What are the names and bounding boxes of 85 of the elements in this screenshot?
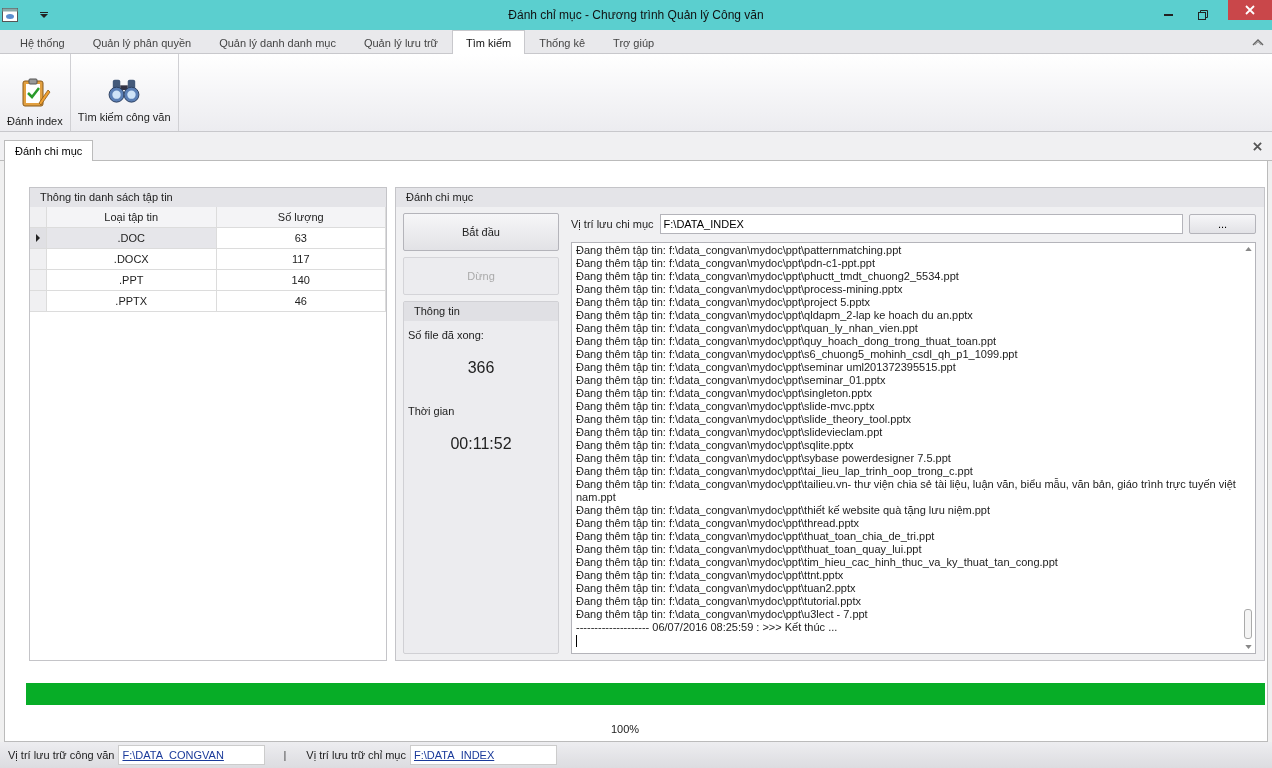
location-label: Vị trí lưu chi mục (571, 218, 654, 230)
column-header[interactable]: Số lượng (216, 207, 386, 227)
log-line: Đang thêm tập tin: f:\data_congvan\mydoc\ppt\ttnt.pptx (576, 569, 845, 582)
restore-icon[interactable] (1198, 10, 1208, 20)
log-line: Đang thêm tập tin: f:\data_congvan\mydoc\ppt\quan_ly_nhan_vien.ppt (576, 322, 919, 335)
log-line: Đang thêm tập tin: f:\data_congvan\mydoc\ppt\quy_hoach_dong_trong_thuat_toan.ppt (576, 335, 998, 348)
log-line: Đang thêm tập tin: f:\data_congvan\mydoc\ppt\s6_chuong5_mohinh_csdl_qh_p1_1099.ppt (576, 348, 1019, 361)
menu-tab[interactable]: Hệ thống (6, 31, 79, 53)
menu-tab[interactable]: Thống kê (525, 31, 600, 53)
menu-tab[interactable]: Tìm kiếm (451, 30, 526, 54)
path-link[interactable]: F:\DATA_CONGVAN (118, 745, 266, 765)
scroll-up-icon[interactable] (1244, 247, 1252, 251)
status-label: Vị trí lưu trữ công văn (8, 749, 115, 761)
log-line: Đang thêm tập tin: f:\data_congvan\mydoc\ppt\tuan2.pptx (576, 582, 857, 595)
log-line: Đang thêm tập tin: f:\data_congvan\mydoc\ppt\sybase powerdesigner 7.5.ppt (576, 452, 952, 465)
text-cursor (576, 635, 577, 647)
log-line: Đang thêm tập tin: f:\data_congvan\mydoc\ppt\patternmatching.ppt (576, 244, 903, 257)
progress-percent: 100% (609, 723, 641, 735)
browse-button[interactable]: ... (1189, 214, 1256, 234)
time-value: 00:11:52 (449, 434, 513, 454)
panel-title: Thông tin danh sách tập tin (30, 188, 386, 207)
log-line: Đang thêm tập tin: f:\data_congvan\mydoc\ppt\slide-mvc.pptx (576, 400, 876, 413)
location-field[interactable]: F:\DATA_INDEX (659, 214, 1183, 234)
log-line: Đang thêm tập tin: f:\data_congvan\mydoc\ppt\tai_lieu_lap_trinh_oop_trong_c.ppt (576, 465, 974, 478)
log-line: Đang thêm tập tin: f:\data_congvan\mydoc\ppt\tutorial.pptx (576, 595, 862, 608)
log-line: Đang thêm tập tin: f:\data_congvan\mydoc\ppt\thuat_toan_chia_de_tri.ppt (576, 530, 936, 543)
document-tab[interactable]: Đánh chi mục (4, 140, 94, 161)
menu-tab[interactable]: Quản lý lưu trữ (349, 31, 452, 53)
table-cell: .DOCX (47, 249, 217, 269)
log-line: Đang thêm tập tin: f:\data_congvan\mydoc\ppt\project 5.pptx (576, 296, 872, 309)
table-cell: 46 (216, 291, 386, 311)
table-cell: .PPTX (47, 291, 217, 311)
row-header[interactable] (30, 228, 47, 248)
log-line: Đang thêm tập tin: f:\data_congvan\mydoc\ppt\u3lect - 7.ppt (576, 608, 869, 621)
close-button[interactable] (1228, 0, 1272, 20)
grid-row[interactable]: .PPT 140 (30, 270, 386, 291)
files-done-label: Số file đã xong: (407, 328, 485, 341)
log-line: Đang thêm tập tin: f:\data_congvan\mydoc\ppt\pdn-c1-ppt.ppt (576, 257, 877, 270)
log-line: Đang thêm tập tin: f:\data_congvan\mydoc\ppt\slidevieclam.ppt (576, 426, 884, 439)
menu-tab[interactable]: Quản lý phân quyền (78, 31, 206, 53)
close-icon[interactable] (1253, 141, 1262, 151)
files-done-value: 366 (466, 358, 496, 378)
table-cell: 140 (216, 270, 386, 290)
table-cell: .DOC (47, 228, 217, 248)
log-line: Đang thêm tập tin: f:\data_congvan\mydoc\ppt\thread.pptx (576, 517, 861, 530)
status-label: Vị trí lưu trữ chỉ mục (306, 749, 406, 761)
log-line: Đang thêm tập tin: f:\data_congvan\mydoc\ppt\qldapm_2-lap ke hoach du an.pptx (576, 309, 974, 322)
status-separator: | (283, 749, 287, 761)
time-label: Thời gian (407, 404, 456, 417)
log-line: Đang thêm tập tin: f:\data_congvan\mydoc\ppt\singleton.pptx (576, 387, 873, 400)
log-line: Đang thêm tập tin: f:\data_congvan\mydoc\ppt\seminar_01.pptx (576, 374, 887, 387)
log-line: Đang thêm tập tin: f:\data_congvan\mydoc\ppt\thiết kế website quà tặng lưu niệm.ppt (576, 504, 991, 517)
table-cell: 63 (216, 228, 386, 248)
path-link[interactable]: F:\DATA_INDEX (410, 745, 557, 765)
close-icon (1245, 5, 1255, 15)
scroll-down-icon[interactable] (1244, 645, 1252, 649)
window-icon[interactable] (2, 8, 18, 22)
window-title: Đánh chỉ mục - Chương trình Quản lý Công văn (508, 8, 764, 22)
menu-tab[interactable]: Trợ giúp (599, 31, 669, 53)
column-header[interactable]: Loại tập tin (47, 207, 217, 227)
panel-title: Đánh chi mục (396, 188, 1264, 207)
collapse-icon[interactable] (1252, 37, 1264, 46)
log-line: -------------------- 06/07/2016 08:25:59 : >>> Kết thúc ... (576, 621, 839, 634)
action-button[interactable]: Bắt đầu (403, 213, 559, 251)
scroll-thumb[interactable] (1244, 609, 1252, 639)
log-line: Đang thêm tập tin: f:\data_congvan\mydoc\ppt\phuctt_tmdt_chuong2_5534.ppt (576, 270, 960, 283)
table-cell: .PPT (47, 270, 217, 290)
menu-tab[interactable]: Quản lý danh danh mục (205, 31, 350, 53)
dropdown-arrow-icon[interactable] (40, 12, 48, 18)
log-line: Đang thêm tập tin: f:\data_congvan\mydoc\ppt\tim_hieu_cac_hinh_thuc_va_ky_thuat_tan_cong.ppt (576, 556, 1059, 569)
row-pointer-icon (36, 234, 40, 242)
log-line: Đang thêm tập tin: f:\data_congvan\mydoc\ppt\thuat_toan_quay_lui.ppt (576, 543, 923, 556)
grid-row[interactable]: .DOCX 117 (30, 249, 386, 270)
log-line: Đang thêm tập tin: f:\data_congvan\mydoc\ppt\seminar uml201372395515.ppt (576, 361, 957, 374)
log-line: Đang thêm tập tin: f:\data_congvan\mydoc\ppt\tailieu.vn- thư viện chia sẻ tài liệu, luận văn, biểu mẫu, văn bản, giáo trình trực tuyến việt nam.ppt (576, 478, 1237, 504)
log-box[interactable] (571, 242, 1256, 654)
log-line: Đang thêm tập tin: f:\data_congvan\mydoc\ppt\slide_theory_tool.pptx (576, 413, 913, 426)
panel-title: Thông tin (404, 302, 558, 321)
grid-row[interactable]: .DOC 63 (30, 228, 386, 249)
log-line: Đang thêm tập tin: f:\data_congvan\mydoc\ppt\sqlite.pptx (576, 439, 855, 452)
ribbon-button[interactable]: Đánh index (3, 70, 67, 131)
table-cell: 117 (216, 249, 386, 269)
grid-row[interactable]: .PPTX 46 (30, 291, 386, 312)
log-line: Đang thêm tập tin: f:\data_congvan\mydoc\ppt\process-mining.pptx (576, 283, 904, 296)
ribbon-button[interactable]: Tìm kiếm công văn (73, 70, 175, 131)
